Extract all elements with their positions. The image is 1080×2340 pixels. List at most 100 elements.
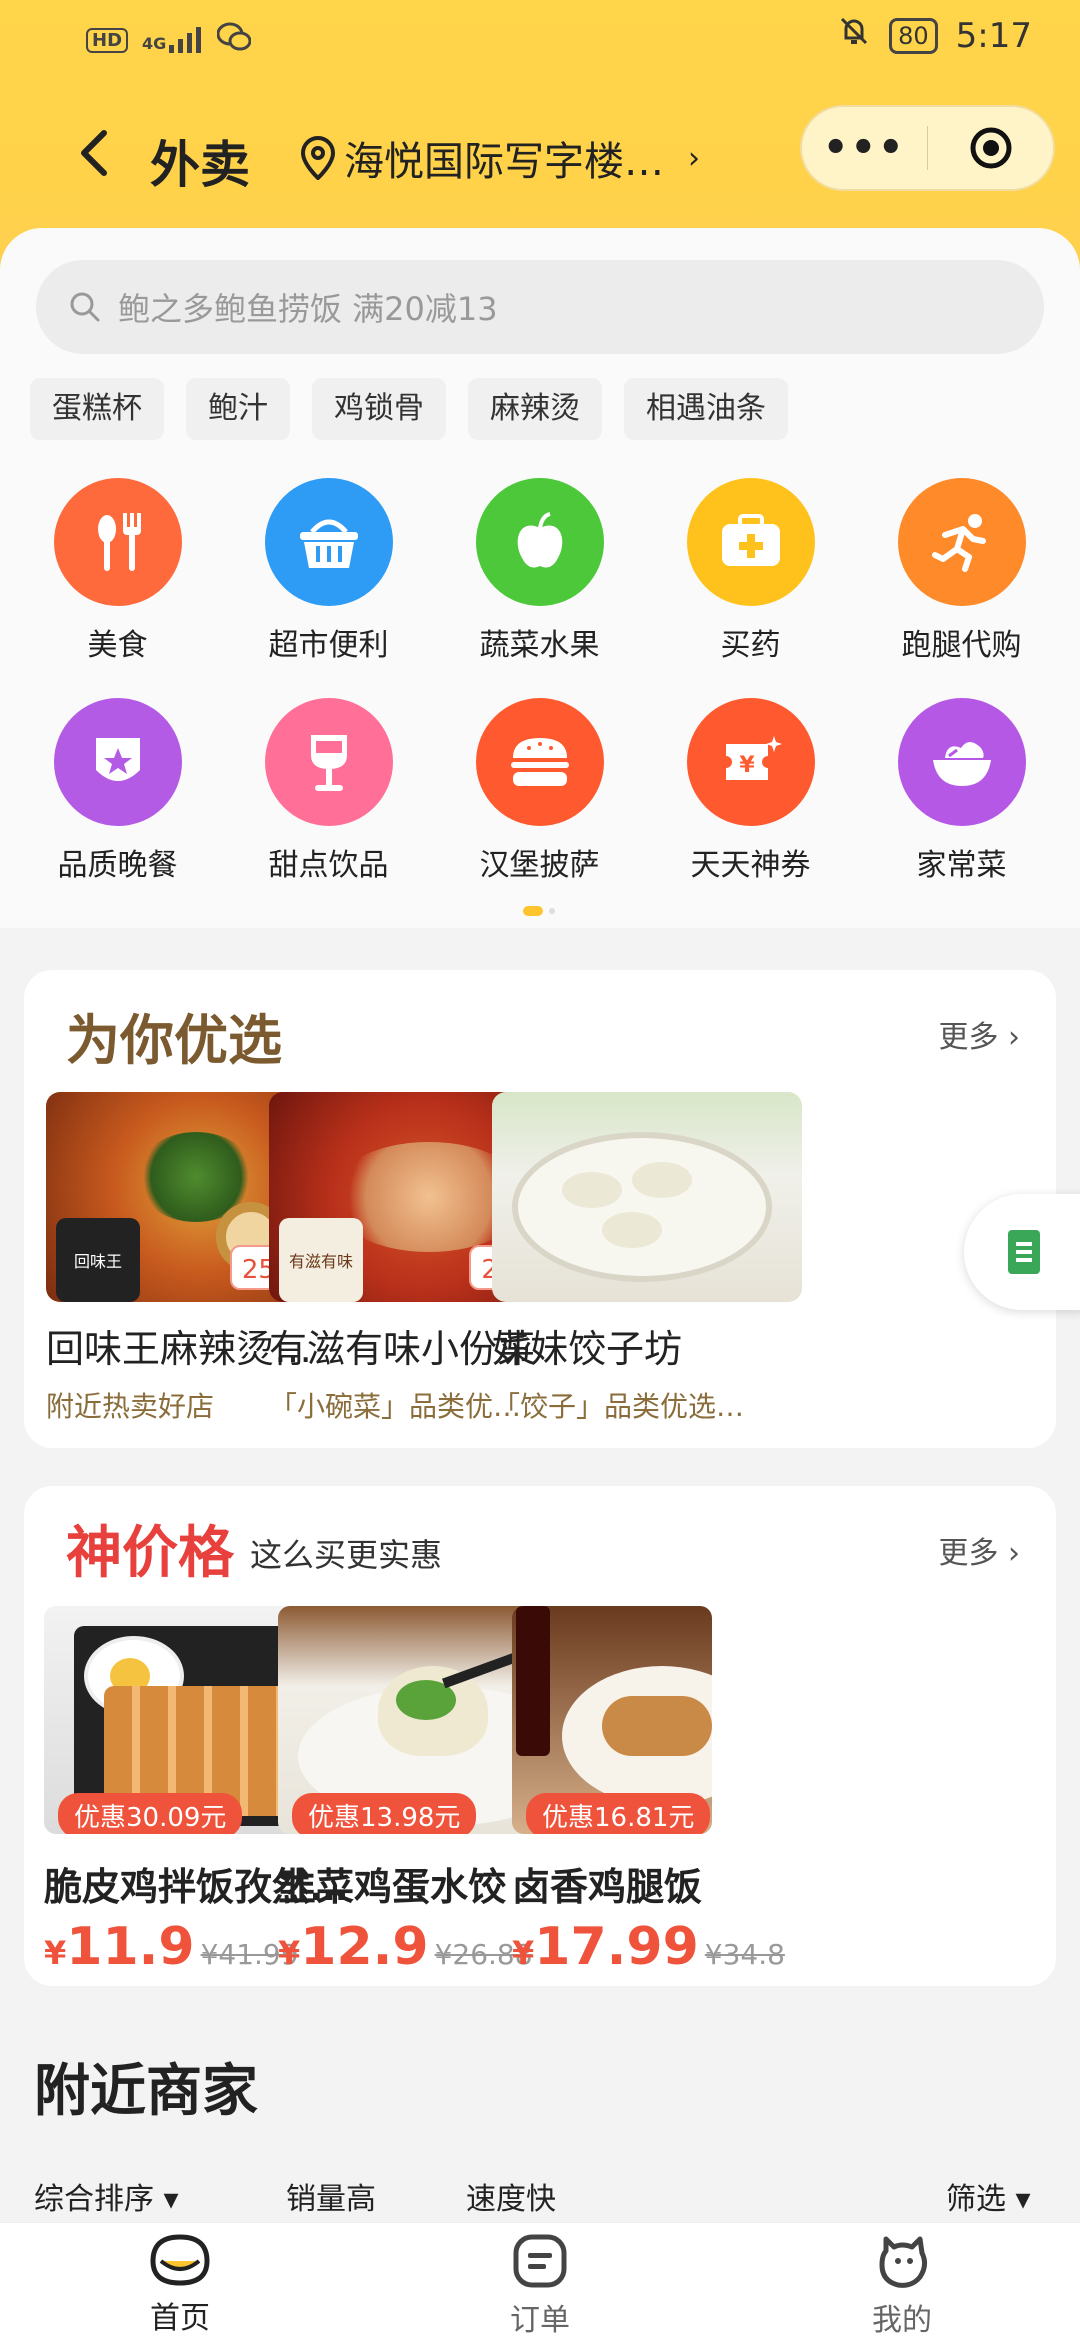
category-supermarket[interactable]: 超市便利	[223, 478, 434, 664]
search-placeholder: 鲍之多鲍鱼捞饭 满20减13	[118, 290, 498, 328]
chevron-left-icon	[81, 130, 107, 176]
currency-symbol: ¥	[44, 1934, 67, 1972]
category-quality-dinner[interactable]: 品质晚餐	[12, 698, 223, 884]
currency-symbol: ¥	[278, 1934, 301, 1972]
floating-side-button[interactable]	[964, 1194, 1080, 1310]
picks-section: 为你优选 更多 › 回味王 25减10 回味王麻辣烫… 附近热卖好店 有滋有味 …	[24, 970, 1056, 1448]
apple-icon	[475, 478, 604, 606]
sort-bar: 综合排序 ▾ 销量高 速度快 筛选 ▾	[0, 2164, 1080, 2224]
shield-star-icon	[53, 698, 182, 826]
shop-name: 姊妹饺子坊	[492, 1327, 683, 1371]
category-home-cooking[interactable]: 家常菜	[856, 698, 1067, 884]
deal-image: 优惠16.81元	[512, 1606, 712, 1834]
sort-speed[interactable]: 速度快	[466, 2174, 556, 2218]
search-bar[interactable]: 鲍之多鲍鱼捞饭 满20减13	[36, 260, 1044, 354]
wine-glass-icon	[264, 698, 393, 826]
svg-text:¥: ¥	[739, 753, 755, 778]
clock: 5:17	[955, 15, 1032, 56]
fork-spoon-icon	[53, 478, 182, 606]
shop-logo: 回味王	[56, 1218, 140, 1302]
tab-label: 订单	[510, 2303, 570, 2338]
pager-dot	[549, 908, 555, 914]
category-label: 超市便利	[268, 628, 389, 663]
pager-dot-active	[523, 906, 543, 916]
picks-more-link[interactable]: 更多 ›	[938, 1012, 1020, 1056]
deals-section: 神价格 这么买更实惠 更多 › 优惠30.09元 脆皮鸡拌饭孜然… ¥ 11.9…	[24, 1486, 1056, 1986]
shop-subtitle: 「饺子」品类优选…	[492, 1390, 745, 1423]
chevron-right-icon: ›	[688, 140, 700, 176]
hot-tag[interactable]: 麻辣烫	[468, 378, 602, 440]
bottom-tab-bar: 首页 订单 我的	[0, 2222, 1080, 2340]
tab-label: 首页	[150, 2301, 210, 2336]
sort-comprehensive[interactable]: 综合排序 ▾	[34, 2174, 179, 2218]
home-icon	[150, 2234, 210, 2286]
burger-icon	[475, 698, 604, 826]
medkit-icon	[686, 478, 815, 606]
basket-icon	[264, 478, 393, 606]
mute-bell-icon	[837, 14, 871, 57]
category-label: 甜点饮品	[268, 848, 389, 883]
tab-profile[interactable]: 我的	[822, 2231, 982, 2339]
category-pager	[523, 906, 555, 916]
category-burger-pizza[interactable]: 汉堡披萨	[434, 698, 645, 884]
deal-coupon-badge: 优惠13.98元	[292, 1793, 477, 1834]
picks-title: 为你优选	[66, 1009, 282, 1072]
shop-logo: 有滋有味	[279, 1218, 363, 1302]
nearby-title: 附近商家	[34, 2059, 258, 2124]
deal-coupon-badge: 优惠16.81元	[526, 1793, 711, 1834]
currency-symbol: ¥	[512, 1934, 535, 1972]
category-desserts[interactable]: 甜点饮品	[223, 698, 434, 884]
more-menu-button[interactable]: •••	[802, 125, 927, 171]
hot-tags: 蛋糕杯 鲍汁 鸡锁骨 麻辣烫 相遇油条	[30, 378, 788, 440]
tab-orders[interactable]: 订单	[460, 2231, 620, 2339]
order-list-icon	[513, 2234, 567, 2288]
sort-filter[interactable]: 筛选 ▾	[946, 2174, 1031, 2218]
nav-bar: 外卖 海悦国际写字楼… › •••	[0, 105, 1080, 205]
shop-image	[492, 1092, 802, 1302]
category-daily-coupon[interactable]: ¥ 天天神券	[645, 698, 856, 884]
tab-label: 我的	[872, 2303, 932, 2338]
close-miniapp-button[interactable]	[928, 125, 1053, 171]
category-label: 美食	[87, 628, 148, 663]
status-left: HD 4G	[86, 22, 252, 58]
category-grid: 美食 超市便利 蔬菜水果 买药 跑腿代购 品质晚餐 甜点饮品 汉堡披萨 ¥ 天天…	[12, 478, 1068, 918]
tab-home[interactable]: 首页	[100, 2231, 260, 2337]
miniapp-capsule: •••	[800, 105, 1055, 191]
deals-slogan: 这么买更实惠	[250, 1536, 443, 1574]
main-card: 鲍之多鲍鱼捞饭 满20减13 蛋糕杯 鲍汁 鸡锁骨 麻辣烫 相遇油条 美食 超市…	[0, 228, 1080, 928]
status-right: 80 5:17	[837, 14, 1032, 57]
network-type: 4G	[142, 34, 167, 53]
hot-tag[interactable]: 鸡锁骨	[312, 378, 446, 440]
shop-card[interactable]: 姊妹饺子坊 「饺子」品类优选…	[492, 1092, 802, 1425]
runner-icon	[897, 478, 1026, 606]
hot-tag[interactable]: 蛋糕杯	[30, 378, 164, 440]
search-icon	[70, 292, 100, 322]
category-errands[interactable]: 跑腿代购	[856, 478, 1067, 664]
deal-price-value: 12.9	[300, 1917, 429, 1977]
deal-coupon-badge: 优惠30.09元	[58, 1793, 243, 1834]
deals-more-link[interactable]: 更多 ›	[938, 1528, 1020, 1572]
hot-tag[interactable]: 鲍汁	[186, 378, 290, 440]
target-icon	[970, 127, 1012, 169]
deal-price: ¥ 17.99 ¥34.8	[512, 1917, 842, 1977]
deal-original-price: ¥34.8	[704, 1938, 785, 1971]
deal-card[interactable]: 优惠16.81元 卤香鸡腿饭 ¥ 17.99 ¥34.8	[512, 1606, 842, 1977]
shop-card[interactable]: 回味王 25减10 回味王麻辣烫… 附近热卖好店	[46, 1092, 356, 1425]
salad-bowl-icon	[897, 698, 1026, 826]
document-icon	[1008, 1230, 1040, 1274]
category-fruits[interactable]: 蔬菜水果	[434, 478, 645, 664]
category-food[interactable]: 美食	[12, 478, 223, 664]
status-bar: HD 4G 80 5:17	[0, 0, 1080, 80]
shop-card[interactable]: 有滋有味 25减8 有滋有味小份菜 「小碗菜」品类优…	[269, 1092, 579, 1425]
location-selector[interactable]: 海悦国际写字楼… ›	[300, 129, 700, 187]
category-medicine[interactable]: 买药	[645, 478, 856, 664]
sort-sales[interactable]: 销量高	[286, 2174, 376, 2218]
signal-icon: 4G	[142, 27, 203, 53]
deal-price-value: 11.9	[66, 1917, 195, 1977]
hot-tag[interactable]: 相遇油条	[624, 378, 788, 440]
back-button[interactable]	[64, 123, 124, 183]
location-text: 海悦国际写字楼…	[344, 139, 664, 185]
category-label: 蔬菜水果	[479, 628, 600, 663]
category-label: 天天神券	[690, 848, 811, 883]
location-pin-icon	[300, 136, 336, 180]
